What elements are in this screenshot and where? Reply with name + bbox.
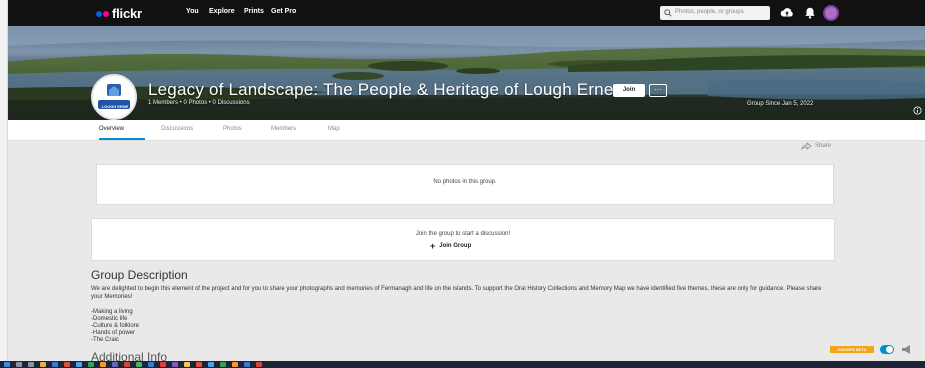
group-description-heading: Group Description	[91, 268, 188, 282]
os-taskbar	[0, 361, 925, 368]
taskbar-app-icon[interactable]	[244, 362, 250, 367]
taskbar-app-icon[interactable]	[148, 362, 154, 367]
info-icon[interactable]	[913, 106, 922, 115]
lough-erne-logo	[98, 84, 130, 109]
logo-pink-dot	[103, 10, 109, 17]
group-since-date: Group Since Jan 5, 2022	[747, 101, 814, 107]
share-button[interactable]: Share	[801, 142, 831, 150]
group-avatar[interactable]	[91, 74, 137, 120]
no-photos-text: No photos in this group.	[433, 179, 497, 185]
tab-map[interactable]: Map	[328, 126, 340, 132]
flickr-logo[interactable]: flickr	[96, 6, 142, 21]
taskbar-search-icon[interactable]	[16, 362, 22, 367]
search-placeholder: Photos, people, or groups	[675, 9, 744, 15]
taskbar-app-icon[interactable]	[40, 362, 46, 367]
join-group-label: Join Group	[439, 243, 472, 249]
group-tabs: Overview Discussions Photos Members Map	[8, 120, 925, 141]
taskbar-app-icon[interactable]	[88, 362, 94, 367]
nav-link-get-pro[interactable]: Get Pro	[271, 8, 296, 15]
active-tab-indicator	[99, 138, 145, 140]
notifications-bell-icon[interactable]	[803, 6, 817, 20]
taskbar-app-icon[interactable]	[112, 362, 118, 367]
taskbar-app-icon[interactable]	[76, 362, 82, 367]
taskbar-app-icon[interactable]	[220, 362, 226, 367]
tab-overview[interactable]: Overview	[99, 126, 124, 132]
join-button[interactable]: Join	[613, 84, 645, 97]
taskbar-app-icon[interactable]	[172, 362, 178, 367]
taskbar-app-icon[interactable]	[52, 362, 58, 367]
tab-discussions[interactable]: Discussions	[161, 126, 193, 132]
user-avatar[interactable]	[823, 5, 839, 21]
taskbar-app-icon[interactable]	[232, 362, 238, 367]
nav-link-explore[interactable]: Explore	[209, 8, 235, 15]
upload-cloud-icon[interactable]	[780, 6, 794, 20]
theme-item: -Domestic life	[91, 316, 128, 322]
join-group-button[interactable]: + Join Group	[430, 241, 471, 251]
taskbar-app-icon[interactable]	[208, 362, 214, 367]
group-avatar-text: LOUGH ERNE	[101, 104, 129, 109]
theme-item: -The Craic	[91, 337, 120, 343]
discussion-prompt-box: Join the group to start a discussion! + …	[91, 218, 835, 261]
taskbar-app-icon[interactable]	[136, 362, 142, 367]
logo-blue-dot	[96, 10, 102, 17]
taskbar-app-icon[interactable]	[184, 362, 190, 367]
nav-link-prints[interactable]: Prints	[244, 8, 264, 15]
search-icon	[664, 9, 672, 17]
theme-item: -Making a living	[91, 309, 133, 315]
group-description-text: We are delighted to begin this element o…	[91, 286, 822, 300]
share-label: Share	[815, 143, 832, 149]
toggle-knob	[886, 346, 893, 353]
feedback-megaphone-icon[interactable]	[901, 344, 913, 355]
plus-icon: +	[430, 241, 436, 251]
taskbar-taskview-icon[interactable]	[28, 362, 34, 367]
taskbar-app-icon[interactable]	[256, 362, 262, 367]
group-title: Legacy of Landscape: The People & Herita…	[148, 80, 614, 99]
more-options-button[interactable]: ···	[649, 84, 667, 97]
groups-beta-toggle[interactable]	[880, 345, 894, 354]
theme-item: -Hands of power	[91, 330, 136, 336]
share-arrow-icon	[801, 142, 812, 150]
additional-info-heading: Additional Info	[91, 350, 168, 361]
nav-link-you[interactable]: You	[186, 8, 199, 15]
photos-empty-state: No photos in this group.	[96, 164, 834, 205]
windows-start-icon[interactable]	[4, 362, 10, 367]
search-input[interactable]: Photos, people, or groups	[660, 6, 770, 20]
taskbar-app-icon[interactable]	[100, 362, 106, 367]
window-left-edge	[0, 0, 8, 368]
tab-photos[interactable]: Photos	[223, 126, 242, 132]
top-nav: flickr You Explore Prints Get Pro Photos…	[8, 0, 925, 26]
logo-text: flickr	[112, 6, 142, 21]
discussion-prompt-text: Join the group to start a discussion!	[415, 231, 511, 237]
group-stats: 1 Members • 0 Photos • 0 Discussions	[148, 100, 250, 106]
taskbar-app-icon[interactable]	[124, 362, 130, 367]
taskbar-app-icon[interactable]	[196, 362, 202, 367]
taskbar-app-icon[interactable]	[160, 362, 166, 367]
theme-list: -Making a living -Domestic life -Culture…	[91, 309, 139, 344]
taskbar-app-icon[interactable]	[64, 362, 70, 367]
tab-members[interactable]: Members	[271, 126, 296, 132]
theme-item: -Culture & folklore	[91, 323, 140, 329]
groups-beta-badge: GROUPS BETA	[830, 346, 874, 353]
